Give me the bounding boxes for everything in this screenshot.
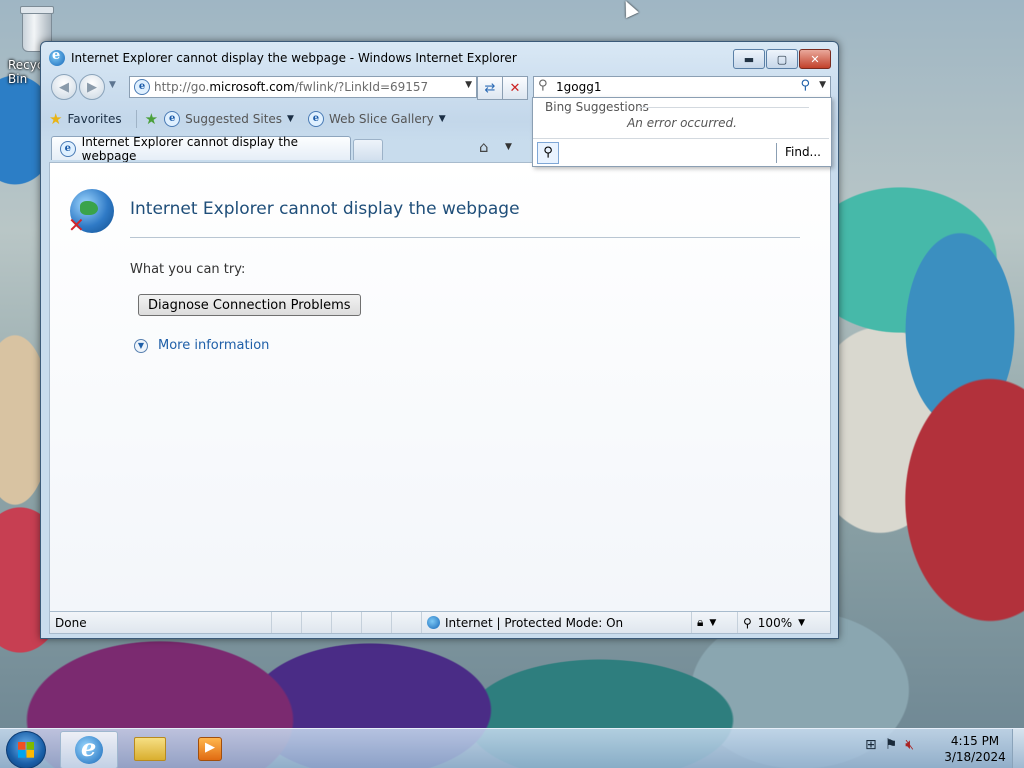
page-content: Internet Explorer cannot display the web…: [49, 162, 831, 612]
show-desktop-button[interactable]: [1012, 729, 1024, 768]
clock[interactable]: 4:15 PM 3/18/2024: [940, 733, 1010, 765]
divider: [639, 107, 809, 108]
status-segment: [392, 612, 422, 633]
more-information-link[interactable]: ▼ More information: [134, 338, 269, 353]
ie-icon: e: [164, 111, 181, 127]
pop-up-settings[interactable]: 🔒︎ ▼: [692, 612, 738, 633]
tab-label: Internet Explorer cannot display the web…: [81, 134, 299, 163]
system-tray: ⊞ ⚑ 🔇︎: [865, 737, 914, 753]
divider: [776, 143, 777, 163]
close-button[interactable]: ✕: [799, 49, 831, 69]
find-button[interactable]: Find...: [785, 145, 821, 159]
search-go-icon[interactable]: ⚲: [800, 78, 810, 93]
status-segment: [272, 612, 302, 633]
privacy-icon: 🔒︎: [697, 615, 704, 629]
forward-arrow-icon: ▶: [87, 79, 97, 95]
stop-icon: ✕: [509, 80, 521, 96]
security-zone[interactable]: Internet | Protected Mode: On: [422, 612, 692, 633]
minimize-button[interactable]: ▬: [733, 49, 765, 69]
search-provider-dropdown-icon[interactable]: ▼: [819, 80, 826, 90]
home-icon[interactable]: ⌂: [479, 138, 489, 156]
minimize-icon: ▬: [743, 52, 755, 66]
taskbar-internet-explorer[interactable]: [60, 731, 118, 768]
what-you-can-try-label: What you can try:: [130, 262, 246, 277]
maximize-icon: ▢: [776, 52, 788, 66]
suggested-sites-label: Suggested Sites: [185, 112, 283, 126]
refresh-button[interactable]: ⇄: [477, 76, 503, 100]
title-bar[interactable]: Internet Explorer cannot display the web…: [49, 48, 729, 68]
recent-pages-dropdown-icon[interactable]: ▼: [109, 80, 116, 90]
chevron-down-icon: ▼: [438, 114, 446, 124]
ie-icon: e: [60, 140, 76, 157]
address-bar[interactable]: e http://go.microsoft.com/fwlink/?LinkId…: [129, 76, 477, 98]
media-player-icon: [198, 737, 222, 761]
status-text: Done: [50, 612, 272, 633]
page-heading: Internet Explorer cannot display the web…: [130, 199, 520, 219]
globe-error-icon: [68, 189, 114, 237]
taskbar: ⊞ ⚑ 🔇︎ 4:15 PM 3/18/2024: [0, 728, 1024, 768]
ie-icon: [49, 48, 65, 66]
flag-icon[interactable]: ⚑: [885, 737, 898, 753]
favorites-button[interactable]: ★ Favorites: [49, 110, 122, 128]
taskbar-windows-explorer[interactable]: [122, 731, 178, 767]
folder-icon: [134, 737, 166, 761]
search-icon[interactable]: ⚲: [537, 142, 559, 164]
more-information-label: More information: [158, 338, 270, 353]
divider: [135, 110, 137, 128]
clock-time: 4:15 PM: [950, 734, 1000, 748]
web-slice-gallery-button[interactable]: e Web Slice Gallery ▼: [307, 111, 446, 127]
status-segment: [332, 612, 362, 633]
zoom-control[interactable]: ⚲ 100% ▼: [738, 612, 808, 633]
ie-icon: [75, 733, 103, 764]
star-icon: ★: [49, 110, 63, 128]
new-tab-button[interactable]: [353, 139, 383, 160]
close-icon: ✕: [810, 52, 820, 66]
divider: [130, 237, 800, 238]
window-title: Internet Explorer cannot display the web…: [71, 51, 517, 65]
address-text: http://go.microsoft.com/fwlink/?LinkId=6…: [154, 80, 429, 94]
zoom-level: 100%: [757, 615, 793, 630]
taskbar-media-player[interactable]: [182, 731, 238, 767]
stop-button[interactable]: ✕: [502, 76, 528, 100]
page-ie-icon: e: [134, 79, 150, 95]
refresh-icon: ⇄: [484, 80, 496, 96]
forward-button[interactable]: ▶: [79, 74, 105, 100]
suggested-sites-button[interactable]: e Suggested Sites ▼: [164, 111, 294, 127]
tab-current[interactable]: e Internet Explorer cannot display the w…: [51, 134, 351, 163]
address-dropdown-icon[interactable]: ▼: [465, 80, 472, 90]
suggestions-error: An error occurred.: [627, 116, 737, 130]
add-to-favorites-bar-icon[interactable]: ★: [145, 110, 158, 128]
status-bar: Done Internet | Protected Mode: On 🔒︎ ▼ …: [49, 611, 831, 634]
diagnose-connection-problems-button[interactable]: Diagnose Connection Problems: [138, 294, 361, 316]
status-segment: [302, 612, 332, 633]
back-button[interactable]: ◀: [51, 74, 77, 100]
search-suggestions-dropdown: Bing Suggestions An error occurred. ⚲ Fi…: [532, 97, 832, 167]
search-icon: ⚲: [538, 78, 548, 93]
chevron-down-icon: ▼: [798, 617, 806, 628]
volume-muted-icon[interactable]: 🔇︎: [905, 737, 914, 753]
suggestions-header: Bing Suggestions: [545, 100, 649, 114]
globe-icon: [427, 616, 440, 629]
mouse-cursor-icon: [619, 0, 639, 19]
expand-chevron-icon: ▼: [134, 338, 148, 353]
network-icon[interactable]: ⊞: [865, 737, 877, 753]
chevron-down-icon: ▼: [709, 617, 717, 628]
chevron-down-icon: ▼: [287, 114, 294, 124]
favorites-label: Favorites: [67, 112, 122, 126]
dropdown-footer: ⚲ Find...: [533, 138, 829, 166]
zoom-icon: ⚲: [743, 615, 752, 630]
zone-label: Internet | Protected Mode: On: [445, 615, 624, 630]
back-arrow-icon: ◀: [59, 79, 69, 95]
windows-start-icon[interactable]: [6, 731, 46, 768]
web-slice-gallery-label: Web Slice Gallery: [328, 112, 434, 126]
ie-icon: e: [307, 111, 324, 127]
maximize-button[interactable]: ▢: [766, 49, 798, 69]
status-segment: [362, 612, 392, 633]
home-dropdown-icon[interactable]: ▼: [505, 142, 512, 152]
search-box[interactable]: ⚲ 1gogg1 ⚲ ▼: [533, 76, 831, 98]
search-input[interactable]: 1gogg1: [556, 80, 601, 94]
clock-date: 3/18/2024: [944, 750, 1006, 764]
